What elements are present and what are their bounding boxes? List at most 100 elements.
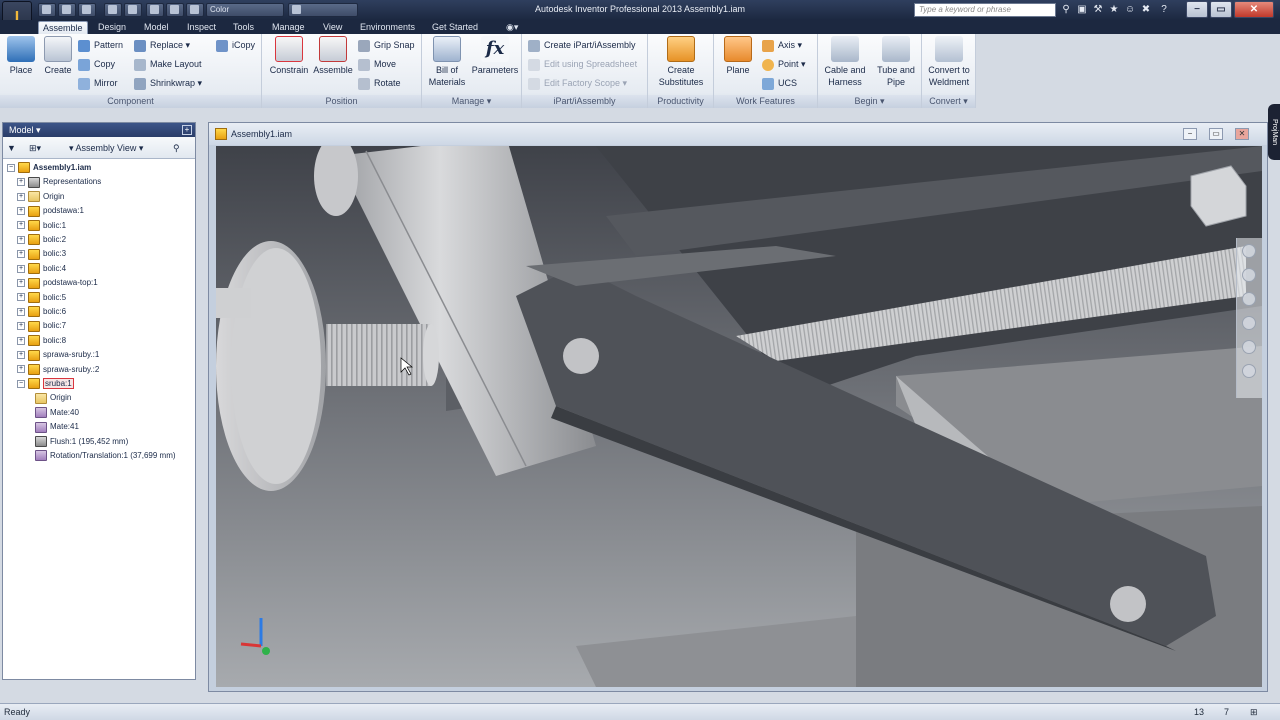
select-icon[interactable] xyxy=(186,3,204,17)
doc-close-button[interactable]: ✕ xyxy=(1235,128,1249,140)
expand-toggle-icon[interactable]: + xyxy=(17,178,25,187)
tab-view[interactable]: View xyxy=(319,21,346,34)
doc-restore-button[interactable]: ▭ xyxy=(1209,128,1223,140)
design-doctor-dropdown[interactable] xyxy=(288,3,358,17)
tree-node[interactable]: + bolic:8 xyxy=(17,334,66,348)
assemble-button[interactable]: Assemble xyxy=(312,36,354,76)
component-panel-label[interactable]: Component xyxy=(0,95,261,108)
expand-toggle-icon[interactable]: − xyxy=(17,379,25,388)
edit-using-spreadsheet-button[interactable]: Edit using Spreadsheet xyxy=(528,56,637,72)
tab-get-started[interactable]: Get Started xyxy=(428,21,482,34)
minimize-button[interactable]: − xyxy=(1186,1,1208,18)
tree-node[interactable]: Origin xyxy=(35,391,71,405)
make-layout-button[interactable]: Make Layout xyxy=(134,56,202,72)
expand-toggle-icon[interactable]: + xyxy=(17,351,25,360)
tree-node[interactable]: + bolic:4 xyxy=(17,262,66,276)
redo-icon[interactable] xyxy=(124,3,142,17)
ucs-button[interactable]: UCS xyxy=(762,75,797,91)
bill-of-materials-button[interactable]: Bill of Materials xyxy=(424,36,470,88)
save-icon[interactable] xyxy=(78,3,96,17)
edit-factory-scope-button[interactable]: Edit Factory Scope ▾ xyxy=(528,75,627,91)
tree-node[interactable]: Mate:40 xyxy=(35,406,79,420)
user-icon[interactable]: ☺ xyxy=(1124,4,1136,16)
expand-toggle-icon[interactable]: + xyxy=(17,235,25,244)
browser-close-icon[interactable]: + xyxy=(182,125,192,135)
open-icon[interactable] xyxy=(58,3,76,17)
shrinkwrap-button[interactable]: Shrinkwrap ▾ xyxy=(134,75,202,91)
mirror-button[interactable]: Mirror xyxy=(78,75,118,91)
tab-inspect[interactable]: Inspect xyxy=(183,21,220,34)
tube-and-pipe-button[interactable]: Tube and Pipe xyxy=(872,36,920,88)
axis-button[interactable]: Axis ▾ xyxy=(762,37,802,53)
tab-assemble[interactable]: Assemble xyxy=(38,21,88,34)
expand-toggle-icon[interactable]: + xyxy=(17,264,25,273)
parameters-button[interactable]: fx Parameters xyxy=(470,36,520,76)
cable-and-harness-button[interactable]: Cable and Harness xyxy=(820,36,870,88)
look-at-icon[interactable] xyxy=(1242,340,1256,354)
icopy-button[interactable]: iCopy xyxy=(216,37,255,53)
tree-root[interactable]: − Assembly1.iam xyxy=(7,161,91,175)
manage-panel-label[interactable]: Manage ▾ xyxy=(422,95,521,108)
tree-node[interactable]: + Representations xyxy=(17,175,101,189)
move-button[interactable]: Move xyxy=(358,56,396,72)
expand-toggle-icon[interactable]: + xyxy=(17,207,25,216)
pattern-button[interactable]: Pattern xyxy=(78,37,123,53)
tree-node[interactable]: + podstawa:1 xyxy=(17,204,84,218)
expand-toggle-icon[interactable]: + xyxy=(17,307,25,316)
tab-design[interactable]: Design xyxy=(94,21,130,34)
communication-center-icon[interactable]: ⚒ xyxy=(1092,4,1104,16)
expand-toggle-icon[interactable]: + xyxy=(17,336,25,345)
undo-icon[interactable] xyxy=(104,3,122,17)
tree-node[interactable]: + bolic:1 xyxy=(17,219,66,233)
create-substitutes-button[interactable]: Create Substitutes xyxy=(652,36,710,88)
tab-manage[interactable]: Manage xyxy=(268,21,309,34)
browser-header[interactable]: Model ▾ + xyxy=(3,123,195,137)
ribbon-options-icon[interactable]: ◉▾ xyxy=(502,21,522,34)
filter-icon[interactable]: ▼ xyxy=(7,141,16,155)
graphics-viewport[interactable] xyxy=(216,146,1262,687)
home-icon[interactable] xyxy=(146,3,164,17)
subscription-icon[interactable]: ▣ xyxy=(1076,4,1088,16)
begin-panel-label[interactable]: Begin ▾ xyxy=(818,95,921,108)
tree-node[interactable]: Mate:41 xyxy=(35,420,79,434)
copy-button[interactable]: Copy xyxy=(78,56,115,72)
grip-snap-button[interactable]: Grip Snap xyxy=(358,37,415,53)
rotate-button[interactable]: Rotate xyxy=(358,75,401,91)
expand-toggle-icon[interactable]: + xyxy=(17,279,25,288)
create-component-button[interactable]: Create xyxy=(40,36,76,76)
constrain-button[interactable]: Constrain xyxy=(266,36,312,76)
tree-node[interactable]: + bolic:5 xyxy=(17,291,66,305)
nav-options-icon[interactable] xyxy=(1242,364,1256,378)
expand-toggle-icon[interactable]: + xyxy=(17,293,25,302)
tree-node[interactable]: + bolic:7 xyxy=(17,319,66,333)
viewcube-icon[interactable] xyxy=(1190,165,1247,227)
plane-button[interactable]: Plane xyxy=(720,36,756,76)
side-dock-tab[interactable]: ProjMan xyxy=(1268,104,1280,160)
expand-toggle-icon[interactable]: + xyxy=(17,322,25,331)
tree-node[interactable]: + bolic:2 xyxy=(17,233,66,247)
favorites-icon[interactable]: ★ xyxy=(1108,4,1120,16)
expand-toggle-icon[interactable]: + xyxy=(17,221,25,230)
tree-node[interactable]: + bolic:3 xyxy=(17,247,66,261)
create-ipart-button[interactable]: Create iPart/iAssembly xyxy=(528,37,636,53)
tab-model[interactable]: Model xyxy=(140,21,173,34)
assembly-view-dropdown[interactable]: ▾ Assembly View ▾ xyxy=(69,141,143,155)
replace-button[interactable]: Replace ▾ xyxy=(134,37,190,53)
place-button[interactable]: Place xyxy=(4,36,38,76)
help-search-input[interactable]: Type a keyword or phrase xyxy=(914,3,1056,17)
maximize-button[interactable]: ▭ xyxy=(1210,1,1232,18)
expand-toggle-icon[interactable]: + xyxy=(17,365,25,374)
zoom-icon[interactable] xyxy=(1242,292,1256,306)
tree-node[interactable]: Rotation/Translation:1 (37,699 mm) xyxy=(35,449,176,463)
convert-to-weldment-button[interactable]: Convert to Weldment xyxy=(924,36,974,88)
update-icon[interactable] xyxy=(166,3,184,17)
expand-toggle-icon[interactable]: + xyxy=(17,250,25,259)
convert-panel-label[interactable]: Convert ▾ xyxy=(922,95,975,108)
search-icon[interactable]: ⚲ xyxy=(1060,4,1072,16)
pan-icon[interactable] xyxy=(1242,268,1256,282)
find-icon[interactable]: ⚲ xyxy=(173,141,180,155)
close-button[interactable]: ✕ xyxy=(1234,1,1274,18)
tree-node[interactable]: Flush:1 (195,452 mm) xyxy=(35,435,128,449)
tree-node[interactable]: + Origin xyxy=(17,190,64,204)
orbit-icon[interactable] xyxy=(1242,316,1256,330)
